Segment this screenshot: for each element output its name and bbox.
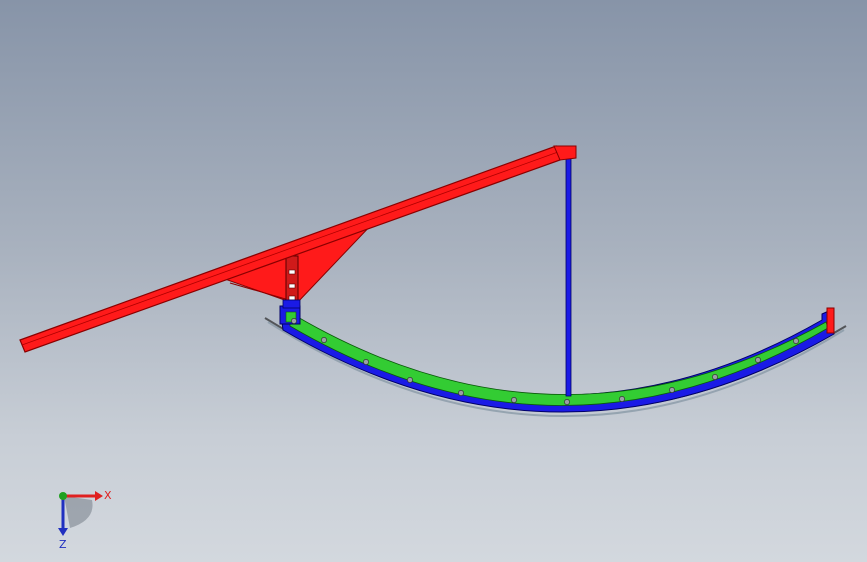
- z-axis-label: Z: [59, 538, 67, 551]
- bolt: [291, 318, 297, 324]
- bolt: [511, 397, 517, 403]
- bolt: [755, 357, 761, 363]
- x-axis-arrowhead: [95, 491, 103, 501]
- cad-viewport[interactable]: X Z: [0, 0, 867, 562]
- bolt: [363, 359, 369, 365]
- bolt: [669, 387, 675, 393]
- connector-post-slot: [288, 295, 296, 301]
- connector-post-slot: [288, 283, 296, 289]
- z-axis-arrowhead: [58, 528, 68, 536]
- triad-icon: X Z: [58, 489, 112, 551]
- y-axis-dot: [59, 492, 67, 500]
- frame-end-plate-right[interactable]: [826, 307, 835, 334]
- bolt-row: [291, 318, 799, 405]
- bolt: [793, 338, 799, 344]
- connector-post-base: [282, 299, 301, 309]
- connector-post-slot: [288, 269, 296, 275]
- tie-rod[interactable]: [565, 155, 572, 397]
- curved-infill: [289, 315, 829, 406]
- x-axis-label: X: [104, 489, 112, 502]
- bolt: [564, 399, 570, 405]
- model-canvas[interactable]: X Z: [0, 0, 867, 562]
- bolt: [321, 337, 327, 343]
- bolt: [619, 396, 625, 402]
- bolt: [712, 374, 718, 380]
- bolt: [458, 390, 464, 396]
- bolt: [407, 377, 413, 383]
- triad-shadow: [64, 496, 93, 528]
